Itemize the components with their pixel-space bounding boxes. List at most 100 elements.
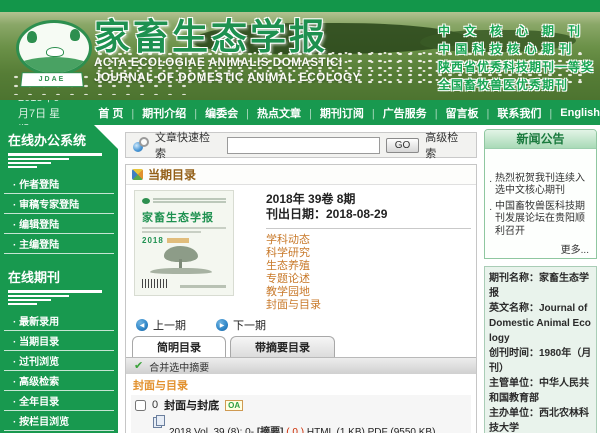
right-sidebar: 新闻公告 热烈祝贺我刊连续入选中文核心期刊中国畜牧兽医科技期刊发展论坛在贵阳顺利…: [484, 125, 600, 433]
cover-year: 2018: [142, 236, 226, 245]
sidebar-item[interactable]: 高级检索: [4, 371, 114, 391]
nav-link[interactable]: 热点文章: [257, 105, 320, 121]
tab-brief-toc[interactable]: 简明目录: [132, 336, 226, 357]
journal-info-line: 主管单位：中华人民共和国教育部: [489, 376, 592, 406]
logo-animal-shape: [46, 47, 64, 57]
journal-latin-title: ACTA ECOLOGIAE ANIMALIS DOMASTICI: [94, 56, 361, 72]
journal-info-list: 期刊名称：家畜生态学报英文名称：Journal of Domestic Anim…: [489, 271, 592, 433]
journal-info-line: 英文名称：Journal of Domestic Animal Ecology: [489, 301, 592, 346]
news-item-link[interactable]: 热烈祝贺我刊连续入选中文核心期刊: [489, 173, 593, 198]
next-issue-icon: ▶: [216, 319, 228, 331]
prev-issue-button[interactable]: ◀ 上一期: [136, 317, 186, 333]
sidebar-item[interactable]: 当期目录: [4, 331, 114, 351]
category-link[interactable]: 教学园地: [266, 286, 468, 299]
category-link[interactable]: 学科动态: [266, 234, 468, 247]
article-title-row: 0 封面与封底 OA: [135, 397, 467, 413]
article-page-number: 0: [152, 399, 158, 411]
nav-link[interactable]: 留言板: [446, 105, 498, 121]
cover-mini-logo-icon: [142, 198, 150, 204]
next-issue-button[interactable]: ▶ 下一期: [216, 317, 266, 333]
toc-tabs: 简明目录 带摘要目录: [126, 336, 476, 357]
nav-link[interactable]: 广告服务: [383, 105, 446, 121]
sidebar-item[interactable]: 按栏目浏览: [4, 411, 114, 431]
issue-summary: 家畜生态学报 2018 20: [126, 185, 476, 314]
article-list: 封面与目录 0 封面与封底 OA: [126, 374, 476, 433]
cover-journal-title: 家畜生态学报: [142, 209, 226, 225]
nav-link[interactable]: 联系我们: [497, 105, 560, 121]
article-tools-row: [153, 414, 467, 426]
sidebar-journal-list: 最新录用当期目录过刊浏览高级检索全年目录按栏目浏览摘要点击排行全文下载排行Ema…: [0, 311, 118, 433]
nav-link[interactable]: 期刊订阅: [320, 105, 383, 121]
cover-subtitle-lines: [142, 227, 226, 233]
news-title: 新闻公告: [485, 130, 596, 149]
news-item-link[interactable]: 中国畜牧兽医科技期刊发展论坛在贵阳顺利召开: [489, 201, 593, 239]
banner-titles: 家畜生态学报 ACTA ECOLOGIAE ANIMALIS DOMASTICI…: [94, 18, 361, 87]
journal-logo-icon: JDAE: [12, 16, 92, 96]
article-checkbox[interactable]: [135, 400, 146, 411]
pdf-link[interactable]: PDF: [368, 427, 388, 433]
nav-link[interactable]: 编委会: [205, 105, 257, 121]
page: JDAE 家畜生态学报 ACTA ECOLOGIAE ANIMALIS DOMA…: [0, 0, 600, 433]
issue-category-list: 学科动态科学研究生态养殖专题论述教学园地封面与目录: [266, 234, 468, 312]
nav-link[interactable]: English: [560, 107, 600, 119]
logo-tree-shape: [27, 31, 37, 43]
issue-meta: 2018年 39卷 8期 刊出日期：2018-08-29 学科动态科学研究生态养…: [266, 190, 468, 312]
sidebar-item[interactable]: 过刊浏览: [4, 351, 114, 371]
nav-link[interactable]: 期刊介绍: [142, 105, 205, 121]
html-link[interactable]: HTML: [307, 427, 334, 433]
sidebar-office-list: 作者登陆审稿专家登陆编辑登陆主编登陆: [0, 174, 118, 254]
cover-barcode: [142, 279, 168, 288]
nav-menu: 首 页期刊介绍编委会热点文章期刊订阅广告服务留言板联系我们English: [98, 105, 600, 121]
merge-selected-abstracts-button[interactable]: ✔ 合并选中摘要: [126, 357, 476, 374]
tab-abstract-toc[interactable]: 带摘要目录: [230, 336, 335, 357]
journal-cover-thumbnail[interactable]: 家畜生态学报 2018: [134, 190, 234, 296]
sidebar-item[interactable]: 审稿专家登陆: [4, 194, 114, 214]
sidebar-item[interactable]: 作者登陆: [4, 174, 114, 194]
copy-icon[interactable]: [153, 415, 165, 427]
category-link[interactable]: 科学研究: [266, 247, 468, 260]
divider: [266, 228, 471, 229]
award-list: 中 文 核 心 期 刊中 国 科 技 核 心 期 刊陕西省优秀科技期刊一等奖全国…: [438, 22, 594, 94]
left-sidebar: 在线办公系统 作者登陆审稿专家登陆编辑登陆主编登陆 在线期刊 最新录用当期目录过…: [0, 125, 118, 433]
sidebar-section-journal-title: 在线期刊: [0, 262, 118, 289]
prev-issue-icon: ◀: [136, 319, 148, 331]
nav-link[interactable]: 首 页: [98, 105, 142, 121]
category-link[interactable]: 生态养殖: [266, 260, 468, 273]
journal-info-line: 主办单位：西北农林科技大学: [489, 406, 592, 433]
award-line: 中 文 核 心 期 刊: [438, 22, 594, 40]
journal-info-line: 创刊时间：1980年（月刊）: [489, 346, 592, 376]
merge-label: 合并选中摘要: [149, 359, 209, 374]
news-box: 新闻公告 热烈祝贺我刊连续入选中文核心期刊中国畜牧兽医科技期刊发展论坛在贵阳顺利…: [484, 129, 597, 259]
cover-masthead-lines: [153, 198, 226, 204]
award-line: 陕西省优秀科技期刊一等奖: [438, 58, 594, 76]
journal-info-line: 期刊名称：家畜生态学报: [489, 271, 592, 301]
article-citation: 2018 Vol. 39 (8): 0-: [169, 427, 254, 433]
sidebar-item[interactable]: 全年目录: [4, 391, 114, 411]
section-header: 封面与目录: [131, 375, 471, 395]
search-input[interactable]: [227, 137, 380, 154]
main-nav: 2018年9月7日 星期五 首 页期刊介绍编委会热点文章期刊订阅广告服务留言板联…: [0, 100, 600, 125]
logo-tree-shape: [70, 29, 80, 41]
cover-footer: [142, 279, 226, 288]
search-go-button[interactable]: GO: [386, 138, 420, 153]
category-link[interactable]: 专题论述: [266, 273, 468, 286]
sidebar-item[interactable]: 最新录用: [4, 311, 114, 331]
news-more-link[interactable]: 更多...: [489, 241, 593, 256]
pdf-size: (9550 KB): [390, 427, 435, 433]
news-body: 热烈祝贺我刊连续入选中文核心期刊中国畜牧兽医科技期刊发展论坛在贵阳顺利召开 更多…: [485, 149, 596, 258]
sidebar-item[interactable]: 主编登陆: [4, 234, 114, 254]
decorative-lines: [0, 289, 118, 311]
abstract-link[interactable]: [摘要]: [257, 427, 284, 433]
article-items: 0 封面与封底 OA 2018 Vol. 39 (8): 0- [摘要]: [131, 395, 471, 433]
award-line: 全国畜牧兽医优秀期刊: [438, 76, 594, 94]
search-icon: [133, 137, 149, 153]
article-meta-row: 2018 Vol. 39 (8): 0- [摘要] ( 0 ) HTML (1 …: [169, 426, 467, 433]
cover-footer-line: [180, 285, 226, 288]
sidebar-item[interactable]: 编辑登陆: [4, 214, 114, 234]
current-issue-header: 当期目录: [126, 165, 476, 185]
article-title-link[interactable]: 封面与封底: [164, 397, 219, 413]
logo-emblem: [16, 20, 92, 76]
advanced-search-link[interactable]: 高级检索: [425, 129, 469, 161]
search-label: 文章快速检索: [155, 129, 221, 161]
category-link[interactable]: 封面与目录: [266, 299, 468, 312]
